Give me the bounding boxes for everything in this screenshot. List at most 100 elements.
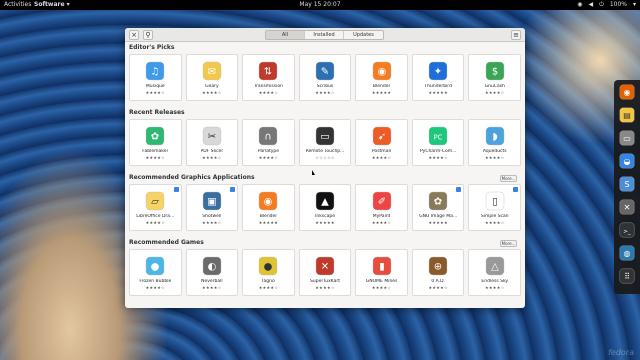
section-title: Recent Releases [129,109,185,116]
section-0: Editor's Picks ♫ Musique ★★★★☆ ✉ Geary ★★★★☆ ⇅ T… [129,42,522,107]
dock-item[interactable]: ✕ [618,199,636,219]
app-tile[interactable]: ⇅ Transmission ★★★★☆ [242,54,295,101]
installed-badge-icon [230,187,236,192]
scanner-icon: ▯ [484,190,506,212]
app-name: Blender [259,214,278,219]
rating-stars: ☆☆☆☆☆ [315,155,335,160]
chevron-down-icon: ▾ [632,1,636,8]
svg-text:▮: ▮ [379,262,385,273]
app-tile[interactable]: ✿ GNU Image Ma... ★★★★★ [411,184,465,231]
app-tile[interactable]: ✂ PDF Slicer ★★★★☆ [185,119,239,166]
app-tile[interactable]: ◗ Aqueducts ★★★★☆ [468,119,522,166]
app-tile[interactable]: ◉ Blender ★★★★★ [242,184,295,231]
more-button[interactable]: More... [500,175,517,182]
svg-text:⠿: ⠿ [624,272,630,281]
dock-item[interactable]: ▤ [618,107,636,127]
rating-stars: ★★★★☆ [145,285,165,290]
app-tile[interactable]: ✕ SuperTuxKart ★★★★☆ [298,249,352,296]
shotwell-icon: ▣ [201,190,223,212]
app-tile[interactable]: ● Iagno ★★★★☆ [242,249,295,296]
svg-text:▤: ▤ [623,111,631,120]
close-icon[interactable]: × [129,30,139,40]
app-tile[interactable]: ◐ Neverball ★★★★☆ [185,249,239,296]
software-window: × ⚲ All Installed Updates ≡ Editor's Pic… [125,28,525,308]
dock-item[interactable]: ◒ [618,153,636,173]
app-tile[interactable]: ▲ Inkscape ★★★★★ [298,184,352,231]
rating-stars: ★★★★☆ [258,155,279,160]
dock-item[interactable]: >_ [618,222,636,242]
rating-stars: ★★★★☆ [145,90,165,95]
dock-item[interactable]: ◉ [618,84,636,104]
tab-updates[interactable]: Updates [344,31,383,39]
app-tile[interactable]: ⊕ 0 A.D. ★★★★☆ [411,249,465,296]
app-tile[interactable]: ▮ GNOME Mines ★★★★☆ [355,249,408,296]
app-tile[interactable]: ✦ Thunderbird ★★★★★ [411,54,465,101]
system-status[interactable]: ◉ ◀ ⏻ 100% ▾ [577,0,636,10]
app-tile[interactable]: ✐ MyPaint ★★★★☆ [355,184,408,231]
app-name: Inkscape [315,214,336,219]
svg-text:>_: >_ [623,229,631,235]
app-tile[interactable]: ✉ Geary ★★★★☆ [185,54,239,101]
firefox-icon: ◉ [619,84,635,104]
battery-label: 100% [609,1,627,8]
gimp-icon: ✿ [427,190,449,212]
svg-text:✉: ✉ [208,67,216,78]
app-tile[interactable]: △ Endless Sky ★★★★☆ [468,249,522,296]
tab-installed[interactable]: Installed [305,31,344,39]
app-tile[interactable]: ● Frozen Bubble ★★★★☆ [129,249,182,296]
mines-icon: ▮ [371,255,393,277]
dock-item[interactable]: ◍ [618,245,636,265]
menu-icon[interactable]: ≡ [511,30,521,40]
app-tile[interactable]: ➹ Postman ★★★★☆ [355,119,408,166]
app-tile[interactable]: ▱ LibreOffice Dra... ★★★★☆ [129,184,182,231]
mouse-cursor [312,170,315,175]
app-tile[interactable]: $ GnuCash ★★★★☆ [468,54,522,101]
scissors-icon: ✂ [201,125,223,147]
rating-stars: ★★★★☆ [258,285,279,290]
svg-text:◒: ◒ [624,157,631,166]
app-name: PDF Slicer [200,149,224,154]
app-name: Thunderbird [424,84,452,89]
clock[interactable]: May 15 20:07 [0,0,640,10]
more-button[interactable]: More... [500,240,517,247]
tab-all[interactable]: All [266,31,305,39]
section-2: Recommended Graphics Applications More...… [129,172,522,237]
overview-content: Editor's Picks ♫ Musique ★★★★☆ ✉ Geary ★★★★☆ ⇅ T… [125,42,525,302]
app-name: Fablemaker [142,149,169,154]
network-icon: ◉ [577,1,583,8]
dock-item[interactable]: ▭ [618,130,636,150]
app-tile[interactable]: ◉ Blender ★★★★★ [355,54,408,101]
inkscape-icon: ▲ [314,190,336,212]
fablemaker-icon: ✿ [144,125,166,147]
app-tile[interactable]: ∩ Parlatype ★★★★☆ [242,119,295,166]
app-tile[interactable]: ✎ Scribus ★★★★☆ [298,54,352,101]
svg-text:✂: ✂ [208,132,216,143]
app-name: 0 A.D. [431,279,445,284]
rating-stars: ★★★★☆ [371,220,392,225]
app-tile[interactable]: ▣ Shotwell ★★★★☆ [185,184,239,231]
app-tile[interactable]: PC PyCharm-Com... ★★★★☆ [411,119,465,166]
app-grid-icon: ⠿ [619,268,635,288]
app-name: Transmission [253,84,283,89]
app-tile[interactable]: ♫ Musique ★★★★☆ [129,54,182,101]
rating-stars: ★★★★☆ [485,90,505,95]
svg-text:◍: ◍ [624,249,631,258]
mypaint-icon: ✐ [371,190,393,212]
software-icon: S [619,176,635,196]
app-tile[interactable]: ▭ Remote Touchp... ☆☆☆☆☆ [298,119,352,166]
app-tile[interactable]: ▯ Simple Scan ★★★★☆ [468,184,522,231]
app-tile[interactable]: ✿ Fablemaker ★★★★☆ [129,119,182,166]
dock-item[interactable]: ⠿ [618,268,636,288]
dock-item[interactable]: S [618,176,636,196]
app-tile-row: ● Frozen Bubble ★★★★☆ ◐ Neverball ★★★★☆ ● Iagno… [129,249,522,296]
section-3: Recommended Games More... ● Frozen Bubble ★★… [129,237,522,302]
search-icon[interactable]: ⚲ [143,30,153,40]
music-note-icon: ♫ [144,60,166,82]
app-name: Remote Touchp... [305,149,345,154]
rating-stars: ★★★★☆ [371,155,392,160]
app-name: Aqueducts [482,149,507,154]
svg-text:◉: ◉ [377,67,386,78]
app-name: GnuCash [484,84,505,89]
app-name: Parlatype [257,149,280,154]
app-name: LibreOffice Dra... [136,214,175,219]
